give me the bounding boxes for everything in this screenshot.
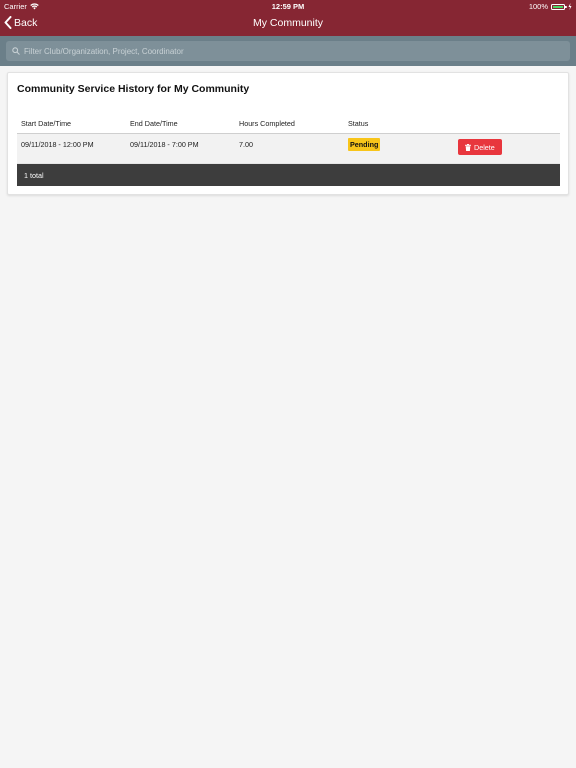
trash-icon — [465, 143, 471, 151]
battery-percent: 100% — [528, 2, 548, 11]
table-row: 09/11/2018 - 12:00 PM 09/11/2018 - 7:00 … — [17, 134, 560, 164]
charging-icon — [568, 3, 572, 10]
cell-status: Pending — [344, 134, 454, 151]
search-input[interactable] — [24, 46, 564, 56]
card-title: Community Service History for My Communi… — [17, 83, 250, 95]
back-button[interactable]: Back — [4, 16, 37, 29]
chevron-left-icon — [4, 16, 12, 29]
cell-start: 09/11/2018 - 12:00 PM — [21, 140, 94, 149]
total-count: 1 total — [24, 170, 44, 180]
search-box[interactable] — [6, 41, 570, 61]
header-end: End Date/Time — [130, 119, 178, 128]
cell-hours: 7.00 — [239, 140, 253, 149]
navigation-bar: Back My Community — [0, 12, 576, 36]
history-table: Start Date/Time End Date/Time Hours Comp… — [17, 114, 560, 186]
status-badge: Pending — [348, 138, 381, 151]
back-label: Back — [14, 16, 38, 29]
delete-button[interactable]: Delete — [458, 139, 502, 155]
battery-icon — [551, 3, 567, 10]
status-bar: Carrier 12:59 PM 100% — [0, 0, 576, 12]
cell-end: 09/11/2018 - 7:00 PM — [130, 140, 199, 149]
battery-group: 100% — [529, 2, 572, 11]
cell-actions: Delete — [454, 134, 560, 155]
header-start: Start Date/Time — [21, 119, 72, 128]
status-time: 12:59 PM — [271, 2, 305, 11]
table-footer: 1 total — [17, 164, 560, 186]
history-card: Community Service History for My Communi… — [7, 72, 569, 195]
header-status: Status — [348, 119, 369, 128]
table-header: Start Date/Time End Date/Time Hours Comp… — [17, 114, 560, 134]
search-bar — [0, 36, 576, 66]
search-icon — [12, 47, 20, 55]
top-bar: Carrier 12:59 PM 100% Back My Community — [0, 0, 576, 36]
header-hours: Hours Completed — [239, 119, 295, 128]
page-title: My Community — [252, 17, 323, 29]
delete-label: Delete — [474, 142, 495, 152]
